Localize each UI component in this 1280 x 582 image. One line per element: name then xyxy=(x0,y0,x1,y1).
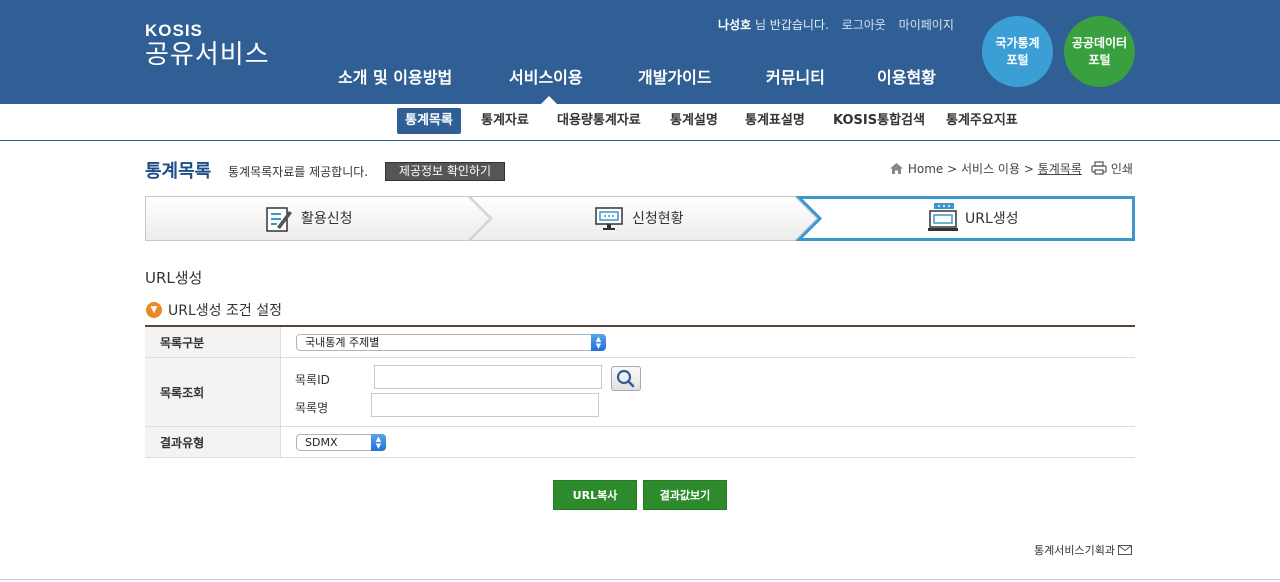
select-arrows-icon: ▲ ▼ xyxy=(371,434,386,451)
greeting-text: 님 반갑습니다. xyxy=(754,18,829,32)
nav-community[interactable]: 커뮤니티 xyxy=(766,64,825,88)
select-arrows-icon: ▲ ▼ xyxy=(591,334,606,351)
logo-service: 공유서비스 xyxy=(145,40,270,70)
list-id-label: 목록ID xyxy=(295,373,330,387)
step-status-label[interactable]: 신청현황 xyxy=(632,208,684,228)
breadcrumb: Home > 서비스 이용 > 통계목록 xyxy=(889,160,1082,177)
result-type-select[interactable]: SDMX ▲ ▼ xyxy=(296,434,386,451)
nav-active-indicator xyxy=(541,96,557,104)
application-form-icon xyxy=(266,207,292,232)
url-condition-form: 목록구분 국내통계 주제별 ▲ ▼ 목록조회 목록ID 목록명 결과유형 SDMX… xyxy=(145,325,1135,458)
user-bar: 나성호 님 반갑습니다. 로그아웃 마이페이지 xyxy=(718,16,954,33)
monitor-icon xyxy=(595,207,623,230)
step-indicator: 활용신청 신청현황 URL생성 xyxy=(145,196,1135,241)
chevron-down-icon: ▼ xyxy=(146,302,162,318)
portal1-line1: 국가통계 xyxy=(995,35,1040,50)
list-id-input[interactable] xyxy=(374,365,602,389)
logo[interactable]: KOSIS 공유서비스 xyxy=(145,21,270,71)
portal1-line2: 포털 xyxy=(1006,52,1029,67)
breadcrumb-separator: > xyxy=(1023,162,1034,176)
public-data-portal-button[interactable]: 공공데이터 포털 xyxy=(1064,16,1135,87)
portal2-line2: 포털 xyxy=(1088,52,1111,67)
list-type-label: 목록구분 xyxy=(145,327,281,357)
home-icon xyxy=(890,163,903,174)
sub-nav: 통계목록 통계자료 대용량통계자료 통계설명 통계표설명 KOSIS통합검색 통… xyxy=(0,104,1280,141)
result-type-label: 결과유형 xyxy=(145,427,281,457)
section-title: URL생성 xyxy=(145,269,203,287)
list-type-select[interactable]: 국내통계 주제별 ▲ ▼ xyxy=(296,334,606,351)
info-confirm-button[interactable]: 제공정보 확인하기 xyxy=(385,162,505,181)
page-title: 통계목록 xyxy=(145,161,212,182)
page-description: 통계목록자료를 제공합니다. xyxy=(228,165,369,179)
condition-subtitle: ▼ URL생성 조건 설정 xyxy=(146,300,282,320)
logout-link[interactable]: 로그아웃 xyxy=(842,18,886,32)
mypage-link[interactable]: 마이페이지 xyxy=(899,18,954,32)
footer-divider xyxy=(0,579,1280,580)
subnav-integrated-search[interactable]: KOSIS통합검색 xyxy=(825,108,933,134)
mail-icon xyxy=(1118,545,1133,555)
portal2-line1: 공공데이터 xyxy=(1071,35,1128,50)
nav-service[interactable]: 서비스이용 xyxy=(509,64,583,88)
print-label: 인쇄 xyxy=(1110,162,1133,176)
nav-intro[interactable]: 소개 및 이용방법 xyxy=(338,64,452,88)
department-name: 통계서비스기획과 xyxy=(1034,544,1115,557)
breadcrumb-home[interactable]: Home xyxy=(908,162,943,176)
header: KOSIS 공유서비스 나성호 님 반갑습니다. 로그아웃 마이페이지 소개 및… xyxy=(0,0,1280,104)
row-result-type: 결과유형 SDMX ▲ ▼ xyxy=(145,427,1135,458)
step-url-label[interactable]: URL생성 xyxy=(965,208,1019,228)
subnav-bulk-data[interactable]: 대용량통계자료 xyxy=(549,108,649,134)
list-type-value: 국내통계 주제별 xyxy=(305,336,380,349)
kosis-portal-button[interactable]: 국가통계 포털 xyxy=(982,16,1053,87)
subnav-key-indicators[interactable]: 통계주요지표 xyxy=(938,108,1026,134)
print-button[interactable]: 인쇄 xyxy=(1091,160,1133,177)
list-search-label: 목록조회 xyxy=(145,358,281,426)
list-name-input[interactable] xyxy=(371,393,599,417)
row-list-type: 목록구분 국내통계 주제별 ▲ ▼ xyxy=(145,327,1135,358)
url-create-icon xyxy=(928,203,958,231)
subnav-stat-desc[interactable]: 통계설명 xyxy=(662,108,726,134)
row-list-search: 목록조회 목록ID 목록명 xyxy=(145,358,1135,427)
condition-subtitle-text: URL생성 조건 설정 xyxy=(168,303,282,319)
nav-usage[interactable]: 이용현황 xyxy=(877,64,936,88)
user-name: 나성호 xyxy=(718,18,752,32)
nav-dev-guide[interactable]: 개발가이드 xyxy=(638,64,712,88)
search-icon xyxy=(616,369,635,388)
printer-icon xyxy=(1091,161,1107,175)
breadcrumb-service[interactable]: 서비스 이용 xyxy=(961,162,1020,176)
step-apply-label[interactable]: 활용신청 xyxy=(301,208,353,228)
copy-url-button[interactable]: URL복사 xyxy=(553,480,637,510)
department-contact-link[interactable]: 통계서비스기획과 xyxy=(1034,542,1133,558)
breadcrumb-current[interactable]: 통계목록 xyxy=(1038,162,1082,176)
subnav-stat-data[interactable]: 통계자료 xyxy=(473,108,537,134)
breadcrumb-separator: > xyxy=(947,162,958,176)
list-name-label: 목록명 xyxy=(295,401,329,415)
view-result-button[interactable]: 결과값보기 xyxy=(643,480,727,510)
result-type-value: SDMX xyxy=(305,436,338,449)
logo-kosis: KOSIS xyxy=(145,21,203,40)
subnav-table-desc[interactable]: 통계표설명 xyxy=(737,108,813,134)
subnav-stat-list[interactable]: 통계목록 xyxy=(397,108,461,134)
search-button[interactable] xyxy=(611,366,641,391)
